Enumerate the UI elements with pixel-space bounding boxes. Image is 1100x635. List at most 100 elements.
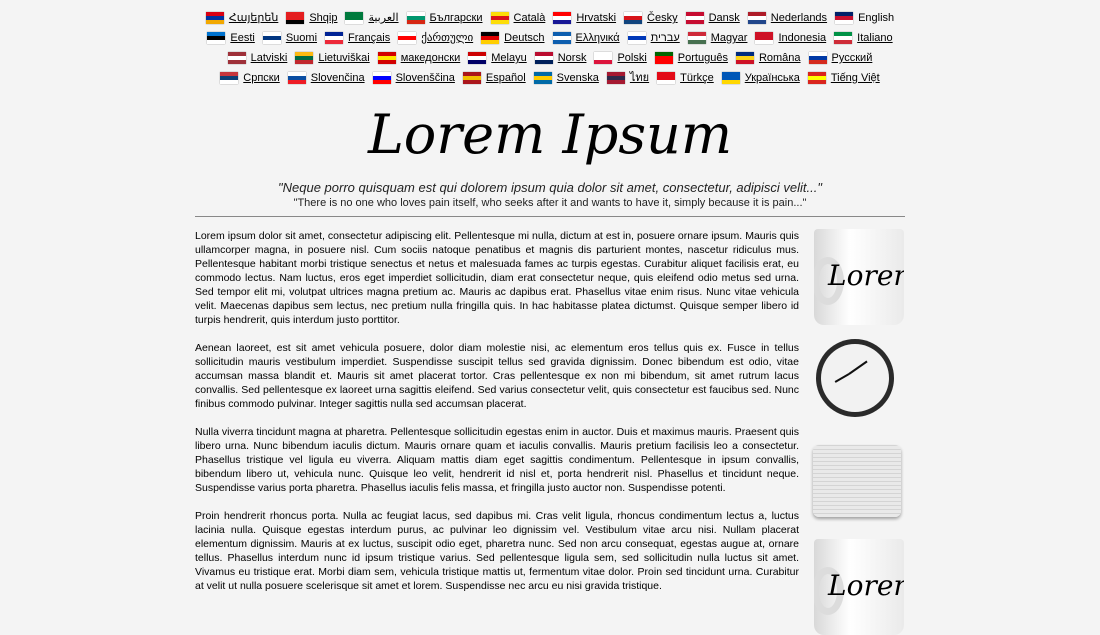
- language-link[interactable]: Italiano: [834, 31, 893, 45]
- language-link[interactable]: Shqip: [286, 11, 337, 25]
- flag-icon: [481, 32, 500, 44]
- language-link[interactable]: ქართული: [398, 31, 473, 45]
- language-link[interactable]: Polski: [594, 51, 647, 65]
- mug-product-image[interactable]: Lorem Ipsum: [814, 229, 904, 325]
- language-link[interactable]: Ελληνικά: [552, 31, 620, 45]
- language-label: Hrvatski: [576, 12, 617, 24]
- language-link[interactable]: Magyar: [687, 31, 747, 45]
- language-label: English: [858, 12, 895, 24]
- clock-product-image[interactable]: [816, 339, 894, 417]
- language-link[interactable]: Українська: [721, 71, 800, 85]
- language-label: Български: [429, 12, 483, 24]
- flag-icon: [377, 52, 396, 64]
- flag-icon: [398, 32, 417, 44]
- language-link[interactable]: Latviski: [227, 51, 287, 65]
- language-link[interactable]: العربية: [345, 11, 399, 25]
- flag-icon: [654, 52, 673, 64]
- language-label: Polski: [617, 52, 647, 64]
- language-label: Français: [348, 32, 391, 44]
- language-label: Deutsch: [504, 32, 545, 44]
- language-label: Türkçe: [680, 72, 714, 84]
- language-label: Dansk: [708, 12, 740, 24]
- flag-icon: [406, 12, 425, 24]
- mousepad-product-image[interactable]: [813, 445, 901, 517]
- language-label: Nederlands: [770, 12, 828, 24]
- language-link[interactable]: Česky: [624, 11, 678, 25]
- language-bar: Հայերեն Shqip العربية Български Català Hrvats…: [0, 0, 1100, 88]
- language-link[interactable]: Lietuviškai: [295, 51, 370, 65]
- language-link[interactable]: Svenska: [533, 71, 599, 85]
- english-quote: "There is no one who loves pain itself, …: [293, 197, 807, 209]
- language-link[interactable]: Français: [325, 31, 390, 45]
- language-link[interactable]: Româna: [735, 51, 801, 65]
- language-label: Indonesia: [778, 32, 827, 44]
- language-link[interactable]: македонски: [377, 51, 461, 65]
- language-label: Melayu: [491, 52, 527, 64]
- language-link[interactable]: Türkçe: [657, 71, 714, 85]
- language-link[interactable]: Melayu: [468, 51, 527, 65]
- language-link[interactable]: Português: [654, 51, 728, 65]
- language-link[interactable]: Slovenčina: [287, 71, 365, 85]
- paragraph: Nulla viverra tincidunt magna at pharetr…: [195, 426, 799, 494]
- language-link[interactable]: Català: [490, 11, 546, 25]
- flag-icon: [262, 32, 281, 44]
- language-label: Slovenčina: [310, 72, 365, 84]
- language-link[interactable]: Indonesia: [755, 31, 826, 45]
- language-label: Ελληνικά: [575, 32, 620, 44]
- flag-icon: [755, 32, 774, 44]
- language-link[interactable]: Српски: [220, 71, 280, 85]
- language-link[interactable]: Tiếng Việt: [807, 71, 880, 85]
- language-label: Tiếng Việt: [830, 72, 880, 84]
- flag-icon: [534, 52, 553, 64]
- language-link[interactable]: Suomi: [262, 31, 317, 45]
- flag-icon: [624, 12, 643, 24]
- language-link[interactable]: Български: [406, 11, 483, 25]
- language-label: Հայերեն: [228, 12, 279, 24]
- flag-icon: [372, 72, 391, 84]
- flag-icon: [325, 32, 344, 44]
- paragraph: Proin hendrerit rhoncus porta. Nulla ac …: [195, 510, 799, 592]
- flag-icon: [687, 32, 706, 44]
- language-link[interactable]: ไทย: [606, 71, 649, 85]
- language-label: Українська: [744, 72, 800, 84]
- flag-icon: [345, 12, 364, 24]
- language-link[interactable]: Deutsch: [481, 31, 545, 45]
- flag-icon: [287, 72, 306, 84]
- language-link[interactable]: Русский: [808, 51, 872, 65]
- flag-icon: [462, 72, 481, 84]
- language-label: Italiano: [857, 32, 893, 44]
- language-link[interactable]: Հայերեն: [205, 11, 279, 25]
- language-label: Español: [485, 72, 526, 84]
- language-label: Shqip: [309, 12, 338, 24]
- language-label: Català: [513, 12, 546, 24]
- language-label: Česky: [647, 12, 678, 24]
- language-link[interactable]: Dansk: [685, 11, 740, 25]
- language-row: Српски Slovenčina Slovenščina Español Svensk…: [0, 68, 1100, 88]
- language-label: Svenska: [556, 72, 599, 84]
- latin-quote: "Neque porro quisquam est qui dolorem ip…: [278, 180, 822, 195]
- language-link[interactable]: עברית: [627, 31, 680, 45]
- language-label: македонски: [400, 52, 461, 64]
- language-link[interactable]: Español: [462, 71, 526, 85]
- paragraph: Aenean laoreet, est sit amet vehicula po…: [195, 342, 799, 410]
- language-link[interactable]: Hrvatski: [553, 11, 616, 25]
- flag-icon: [227, 52, 246, 64]
- language-link[interactable]: Norsk: [534, 51, 586, 65]
- language-row: Հայերեն Shqip العربية Български Català Hrvats…: [0, 8, 1100, 28]
- language-row: Latviski Lietuviškai македонски Melayu Norsk…: [0, 48, 1100, 68]
- language-link[interactable]: Eesti: [207, 31, 255, 45]
- site-logo[interactable]: Lorem Ipsum: [0, 102, 1100, 168]
- flag-icon: [468, 52, 487, 64]
- language-row: Eesti Suomi Français ქართული Deutsch Ελληνικά…: [0, 28, 1100, 48]
- language-link[interactable]: Nederlands: [747, 11, 828, 25]
- language-label: Slovenščina: [395, 72, 455, 84]
- flag-icon: [685, 12, 704, 24]
- language-link[interactable]: Slovenščina: [372, 71, 455, 85]
- flag-icon: [295, 52, 314, 64]
- flag-icon: [220, 72, 239, 84]
- language-label: Lietuviškai: [318, 52, 370, 64]
- flag-icon: [594, 52, 613, 64]
- mug-product-image[interactable]: Lorem Ipsum: [814, 539, 904, 635]
- mug-print: Lorem Ipsum: [828, 259, 904, 292]
- clock-face: [821, 344, 889, 412]
